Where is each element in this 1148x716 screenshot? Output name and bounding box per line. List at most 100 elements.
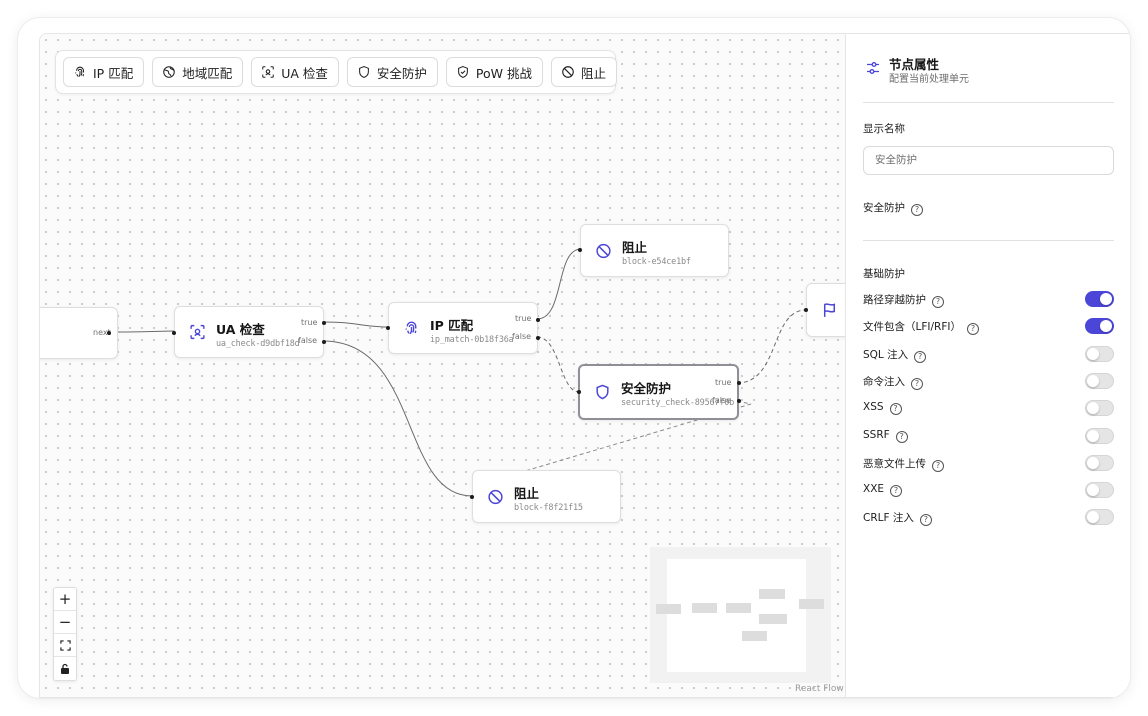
minimap-node — [692, 603, 717, 613]
minimap-node — [656, 604, 681, 614]
toggle-label-text: CRLF 注入 — [863, 512, 914, 525]
minimap-node — [759, 614, 787, 624]
ip-match-label: IP 匹配 — [93, 65, 134, 81]
help-icon[interactable]: ? — [889, 403, 902, 416]
shield-icon — [359, 66, 369, 78]
toggle-switch[interactable] — [1085, 372, 1114, 389]
toggle-label: CRLF 注入? — [863, 510, 932, 527]
flow-node-ua-check[interactable]: UA 检查 ua_check-d9dbf18d true false — [172, 306, 326, 358]
node-title: IP 匹配 — [430, 318, 474, 333]
toggle-switch[interactable] — [1085, 345, 1114, 362]
target-handle[interactable] — [578, 248, 582, 252]
toggle-switch[interactable] — [1085, 291, 1114, 307]
edge-ua-true-to-ip[interactable] — [322, 321, 389, 328]
help-icon[interactable]: ? — [932, 459, 944, 472]
true-source-handle[interactable] — [322, 321, 326, 325]
node-palette-toolbar: IP 匹配 地域匹配 UA 检查 安全防护 PoW 挑战 阻止 — [55, 50, 618, 94]
flow-node-ip-match[interactable]: IP 匹配 ip_match-0b18f36a true false — [386, 302, 540, 354]
divider — [863, 240, 1114, 241]
flow-node-block-1[interactable]: 阻止 block-e54ce1bf — [578, 224, 729, 277]
true-handle-label: true — [515, 314, 532, 323]
false-source-handle[interactable] — [536, 336, 540, 340]
help-icon[interactable]: ? — [914, 350, 927, 363]
false-source-handle[interactable] — [737, 399, 741, 403]
node-title: 阻止 — [514, 486, 540, 501]
help-icon[interactable]: ? — [911, 204, 923, 216]
target-handle[interactable] — [804, 308, 808, 312]
lock-button[interactable] — [54, 657, 76, 680]
flow-node-security[interactable]: 安全防护 security_check-89567f0b true false — [577, 364, 741, 420]
target-handle[interactable] — [577, 390, 581, 394]
help-icon[interactable]: ? — [966, 323, 979, 336]
zoom-controls: + − — [53, 587, 77, 681]
flow-canvas[interactable]: IP 匹配 地域匹配 UA 检查 安全防护 PoW 挑战 阻止 next UA … — [40, 34, 845, 697]
toggle-switch[interactable] — [1085, 400, 1114, 417]
scan-face-icon — [190, 324, 205, 340]
edge-ip-false-to-security[interactable] — [536, 336, 580, 393]
add-pow-challenge-button[interactable]: PoW 挑战 — [445, 57, 543, 87]
zoom-out-button[interactable]: − — [54, 611, 76, 634]
edge-security-true-to-flag[interactable] — [736, 309, 807, 384]
toggle-switch[interactable] — [1085, 482, 1114, 499]
edge-ua-false-to-block2[interactable] — [322, 340, 473, 497]
toggle-knob — [1087, 456, 1099, 469]
toggle-label-text: XXE — [863, 483, 885, 496]
flow-node-flag[interactable] — [804, 283, 845, 337]
sliders-icon — [867, 62, 879, 74]
add-geo-match-button[interactable]: 地域匹配 — [152, 57, 244, 87]
add-ua-check-button[interactable]: UA 检查 — [251, 57, 339, 87]
node-title: UA 检查 — [216, 322, 265, 337]
true-handle-label: true — [715, 378, 732, 387]
toggle-switch[interactable] — [1085, 454, 1114, 471]
pow-challenge-label: PoW 挑战 — [475, 65, 532, 81]
flow-node-partial[interactable]: next — [40, 307, 118, 359]
flow-node-block-2[interactable]: 阻止 block-f8f21f15 — [470, 470, 621, 523]
flag-icon — [823, 303, 836, 317]
toggle-knob — [1087, 429, 1099, 442]
true-source-handle[interactable] — [737, 381, 741, 385]
toggle-switch[interactable] — [1085, 318, 1114, 335]
add-security-button[interactable]: 安全防护 — [346, 57, 438, 87]
help-icon[interactable]: ? — [919, 514, 932, 527]
toggle-row: XXE? — [863, 482, 1114, 499]
fit-view-button[interactable] — [54, 634, 76, 657]
false-handle-label: false — [298, 336, 318, 345]
minimap-node — [799, 599, 824, 609]
target-handle[interactable] — [172, 331, 176, 335]
help-icon[interactable]: ? — [890, 485, 903, 498]
toggle-label: 文件包含（LFI/RFI）? — [863, 319, 979, 336]
source-handle[interactable] — [107, 331, 111, 335]
display-name-input[interactable]: 安全防护 — [863, 146, 1114, 175]
false-source-handle[interactable] — [322, 340, 326, 344]
true-source-handle[interactable] — [536, 318, 540, 322]
help-icon[interactable]: ? — [932, 296, 944, 308]
help-icon[interactable]: ? — [895, 430, 908, 443]
target-handle[interactable] — [386, 326, 390, 330]
toggle-label-text: XSS — [863, 401, 884, 414]
zoom-in-button[interactable]: + — [54, 588, 76, 611]
toggle-label-text: SQL 注入 — [863, 348, 909, 361]
toggle-switch[interactable] — [1085, 427, 1114, 444]
node-id: ip_match-0b18f36a — [430, 335, 514, 345]
toggle-switch[interactable] — [1085, 509, 1114, 526]
false-handle-label: false — [512, 332, 532, 341]
minimap-node — [742, 631, 767, 641]
toggle-label: 命令注入? — [863, 374, 923, 390]
add-ip-match-button[interactable]: IP 匹配 — [63, 57, 145, 87]
toggle-label-text: 恶意文件上传 — [863, 457, 926, 470]
ban-icon — [562, 66, 574, 78]
node-type-label: 安全防护? — [863, 200, 923, 216]
minimap[interactable] — [650, 547, 831, 683]
toggle-knob — [1087, 511, 1099, 524]
toggle-knob — [1087, 484, 1099, 497]
target-handle[interactable] — [470, 495, 474, 499]
toggle-label: XSS? — [863, 401, 902, 416]
toggle-knob — [1087, 402, 1099, 415]
edge-ip-true-to-block1[interactable] — [536, 248, 582, 320]
toggle-knob — [1100, 293, 1112, 305]
add-block-button[interactable]: 阻止 — [551, 57, 618, 87]
minimap-node — [726, 603, 751, 613]
help-icon[interactable]: ? — [911, 377, 923, 390]
edge-partial-to-ua[interactable] — [117, 330, 176, 333]
react-flow-attribution[interactable]: React Flow — [795, 684, 844, 694]
